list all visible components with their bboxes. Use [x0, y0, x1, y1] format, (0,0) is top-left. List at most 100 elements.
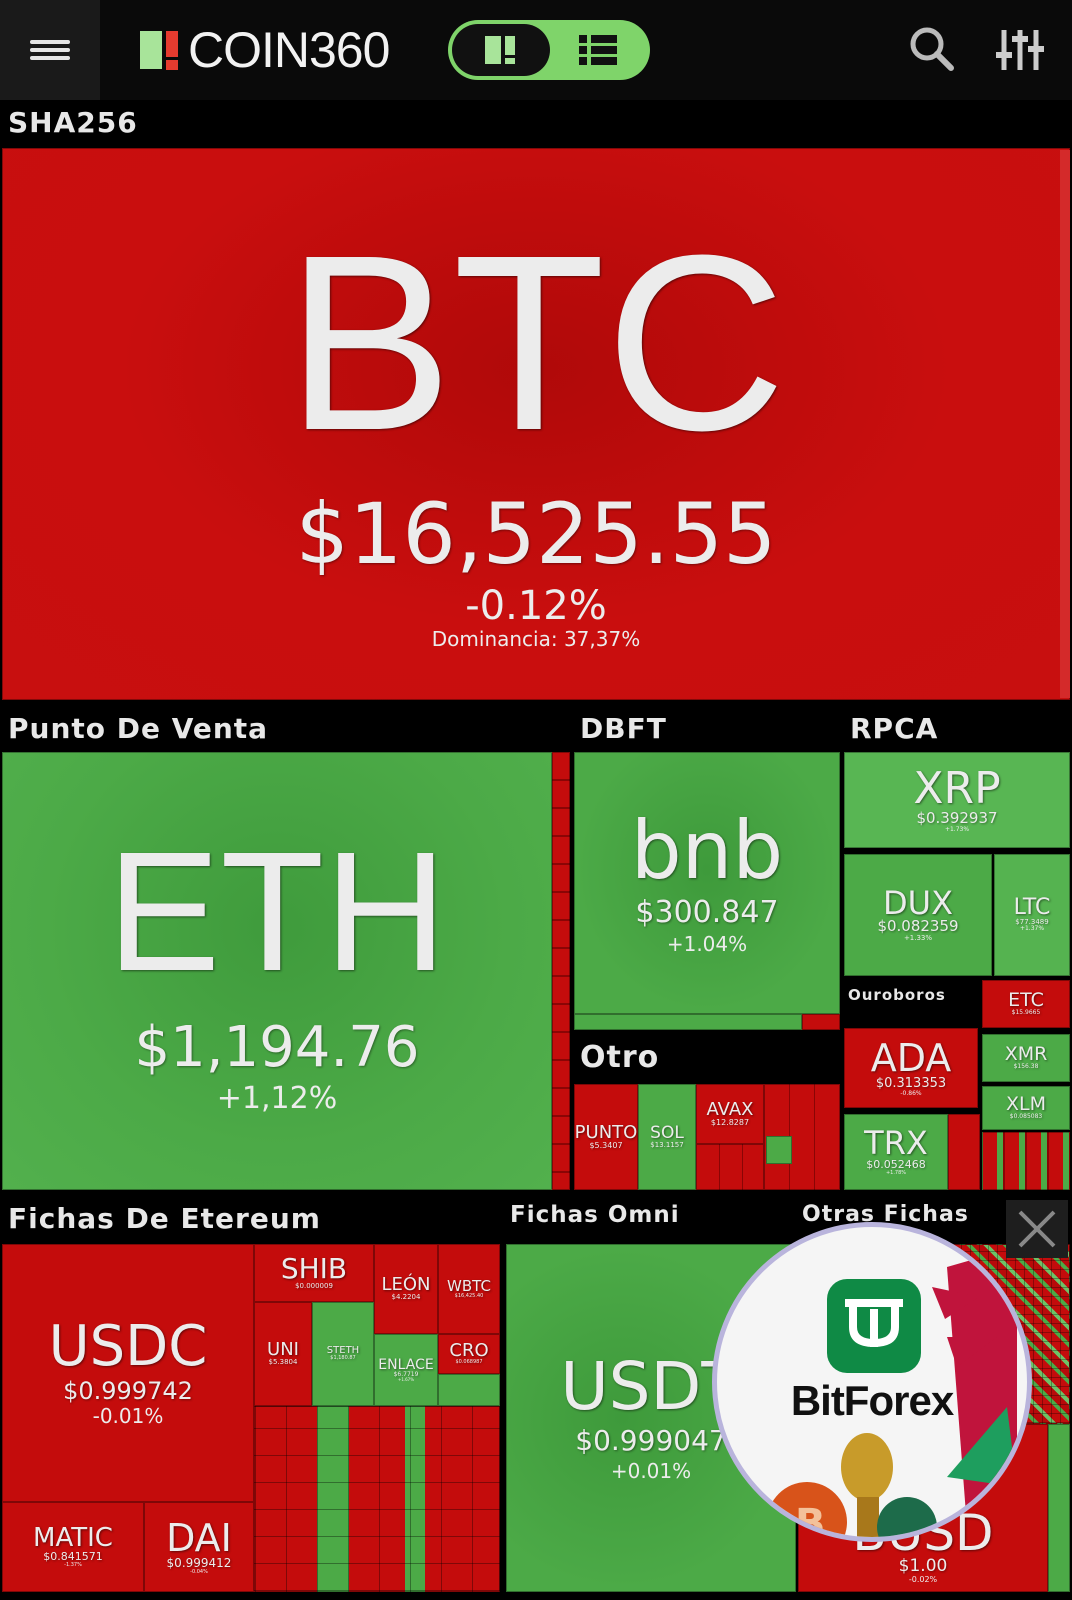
search-icon — [910, 27, 954, 71]
tile-btc[interactable]: BTC $16,525.55 -0.12% Dominancia: 37,37% — [2, 148, 1070, 700]
btc-dominance: Dominancia: 37,37% — [431, 627, 641, 652]
matic-symbol: MATIC — [33, 1523, 113, 1554]
grid-view-button[interactable] — [452, 24, 550, 76]
tile-dai[interactable]: DAI $0.999412 -0.04% — [144, 1502, 254, 1592]
hamburger-menu-button[interactable] — [0, 0, 100, 100]
view-mode-toggle[interactable] — [448, 20, 650, 80]
dux-change: +1.33% — [903, 934, 933, 943]
section-label-sha256: SHA256 — [8, 106, 138, 139]
matic-change: -1.37% — [64, 1562, 82, 1569]
steth-price: $1,180.87 — [330, 1355, 356, 1362]
filter-settings-button[interactable] — [992, 22, 1048, 78]
list-view-button[interactable] — [550, 24, 646, 76]
logo-mark-icon — [140, 29, 182, 71]
link-change: +1.67% — [397, 1376, 415, 1382]
tile-otro-small-3[interactable] — [766, 1136, 792, 1164]
tile-shib[interactable]: SHIB $0.000009 — [254, 1244, 374, 1302]
tile-steth[interactable]: STETH $1,180.87 — [312, 1302, 374, 1406]
tile-etc[interactable]: ETC $15.9665 — [982, 980, 1070, 1028]
sliders-icon — [996, 30, 1044, 70]
bitforex-logo-icon — [827, 1279, 921, 1373]
uni-price: $5.3804 — [268, 1358, 298, 1367]
wbtc-symbol: WBTC — [447, 1276, 491, 1295]
tile-otro-small-2[interactable] — [696, 1144, 764, 1190]
ada-price: $0.313353 — [875, 1075, 947, 1091]
xmr-symbol: XMR — [1004, 1043, 1048, 1066]
btc-change: -0.12% — [465, 583, 607, 630]
close-icon — [1018, 1210, 1056, 1248]
cro-price: $0.068987 — [455, 1359, 483, 1366]
dot-symbol: PUNTO — [574, 1121, 638, 1143]
tile-dux[interactable]: DUX $0.082359 +1.33% — [844, 854, 992, 976]
etc-price: $15.9665 — [1011, 1009, 1041, 1017]
ada-symbol: ADA — [870, 1035, 952, 1080]
svg-text:B: B — [795, 1501, 826, 1542]
eth-change: +1,12% — [216, 1080, 338, 1116]
tile-rpca-small[interactable] — [948, 1114, 980, 1190]
sol-price: $13.1157 — [650, 1140, 684, 1149]
tile-rpca-small-2[interactable] — [982, 1132, 1070, 1190]
xrp-price: $0.392937 — [916, 808, 998, 827]
ad-close-button[interactable] — [1006, 1200, 1068, 1258]
busd-price: $1.00 — [898, 1556, 948, 1577]
usdt-change: +0.01% — [610, 1458, 692, 1483]
xlm-symbol: XLM — [1006, 1093, 1046, 1116]
list-view-icon — [579, 35, 617, 65]
tile-uni[interactable]: UNI $5.3804 — [254, 1302, 312, 1406]
tile-dbft-small-1[interactable] — [574, 1014, 802, 1030]
wbtc-price: $16,425.40 — [454, 1292, 484, 1299]
search-button[interactable] — [905, 22, 961, 78]
coin360-logo[interactable]: COIN360 — [140, 22, 390, 78]
section-label-dbft: DBFT — [580, 712, 667, 745]
tile-dbft-small-2[interactable] — [802, 1014, 840, 1030]
tile-matic[interactable]: MATIC $0.841571 -1.37% — [2, 1502, 144, 1592]
tile-xrp[interactable]: XRP $0.392937 +1.73% — [844, 752, 1070, 848]
usdt-price: $0.999047 — [575, 1424, 727, 1458]
tile-eth-small-1[interactable] — [438, 1374, 500, 1406]
usdc-price: $0.999742 — [63, 1377, 193, 1406]
tile-sol[interactable]: SOL $13.1157 — [638, 1084, 696, 1190]
tile-bnb[interactable]: bnb $300.847 +1.04% — [574, 752, 840, 1014]
tile-eth-tokens-small[interactable] — [254, 1406, 500, 1592]
dai-symbol: DAI — [166, 1515, 232, 1560]
section-label-otro: Otro — [580, 1040, 660, 1075]
dot-price: $5.3407 — [589, 1140, 623, 1150]
leo-price: $4.2204 — [391, 1293, 421, 1302]
sol-symbol: SOL — [650, 1122, 684, 1143]
tile-ada[interactable]: ADA $0.313353 -0.86% — [844, 1028, 978, 1108]
tile-xmr[interactable]: XMR $156.38 — [982, 1034, 1070, 1082]
app-header: COIN360 — [0, 0, 1072, 100]
tile-wbtc[interactable]: WBTC $16,425.40 — [438, 1244, 500, 1334]
tile-other-small-2[interactable] — [1048, 1424, 1070, 1592]
xlm-price: $0.085083 — [1009, 1113, 1043, 1121]
dai-price: $0.999412 — [166, 1555, 232, 1570]
busd-change: -0.02% — [908, 1575, 938, 1585]
bnb-change: +1.04% — [666, 931, 748, 956]
tile-avax[interactable]: AVAX $12.8287 — [696, 1084, 764, 1144]
tile-leo[interactable]: LEÓN $4.2204 — [374, 1244, 438, 1334]
ada-change: -0.86% — [900, 1089, 922, 1097]
tile-eth[interactable]: ETH $1,194.76 +1,12% — [2, 752, 552, 1190]
section-label-pos: Punto De Venta — [8, 712, 269, 745]
tile-ltc[interactable]: LTC $77.3489 +1.37% — [994, 854, 1070, 976]
ltc-symbol: LTC — [1013, 895, 1051, 921]
section-label-eth-tokens: Fichas De Etereum — [8, 1202, 321, 1235]
tile-cro[interactable]: CRO $0.068987 — [438, 1334, 500, 1374]
etc-symbol: ETC — [1008, 989, 1044, 1012]
tile-pos-small-coins[interactable] — [552, 752, 570, 1190]
bnb-symbol: bnb — [630, 804, 784, 898]
tile-dot[interactable]: PUNTO $5.3407 — [574, 1084, 638, 1190]
tile-trx[interactable]: TRX $0.052468 +1.78% — [844, 1114, 948, 1190]
dai-change: -0.04% — [190, 1568, 208, 1575]
xrp-change: +1.73% — [944, 825, 970, 833]
bnb-price: $300.847 — [635, 895, 779, 931]
tile-usdc[interactable]: USDC $0.999742 -0.01% — [2, 1244, 254, 1502]
btc-edge-strip — [1060, 150, 1070, 698]
btc-price: $16,525.55 — [295, 484, 777, 583]
bitforex-ad[interactable]: BitForex B — [712, 1222, 1032, 1542]
eth-symbol: ETH — [107, 817, 447, 1008]
tile-xlm[interactable]: XLM $0.085083 — [982, 1086, 1070, 1130]
avax-symbol: AVAX — [706, 1098, 754, 1120]
xrp-symbol: XRP — [913, 762, 1001, 814]
tile-link[interactable]: ENLACE $6.7719 +1.67% — [374, 1334, 438, 1406]
